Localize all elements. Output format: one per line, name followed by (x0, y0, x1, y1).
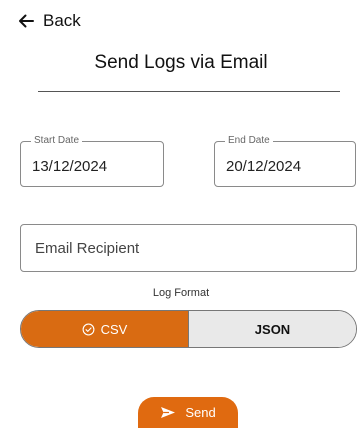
end-date-field[interactable]: End Date 20/12/2024 (214, 135, 356, 187)
arrow-left-icon (17, 12, 35, 30)
email-recipient-field[interactable]: Email Recipient (20, 224, 357, 272)
back-label: Back (43, 11, 81, 30)
check-circle-icon (82, 323, 95, 336)
send-icon (160, 406, 176, 419)
start-date-field[interactable]: Start Date 13/12/2024 (20, 135, 164, 187)
format-option-csv[interactable]: CSV (21, 311, 189, 347)
back-button[interactable]: Back (17, 10, 81, 32)
page-title: Send Logs via Email (94, 52, 268, 73)
send-button[interactable]: Send (138, 397, 238, 428)
format-option-csv-label: CSV (100, 321, 128, 337)
start-date-label: Start Date (31, 135, 83, 147)
end-date-value: 20/12/2024 (226, 158, 302, 175)
format-option-json-label: JSON (254, 321, 291, 337)
log-format-label: Log Format (152, 287, 210, 299)
title-divider (38, 91, 340, 92)
format-option-json[interactable]: JSON (189, 311, 356, 347)
log-format-toggle: CSV JSON (20, 310, 357, 348)
email-placeholder: Email Recipient (35, 239, 140, 257)
start-date-value: 13/12/2024 (32, 158, 108, 175)
end-date-label: End Date (225, 135, 273, 147)
send-label: Send (185, 405, 216, 420)
